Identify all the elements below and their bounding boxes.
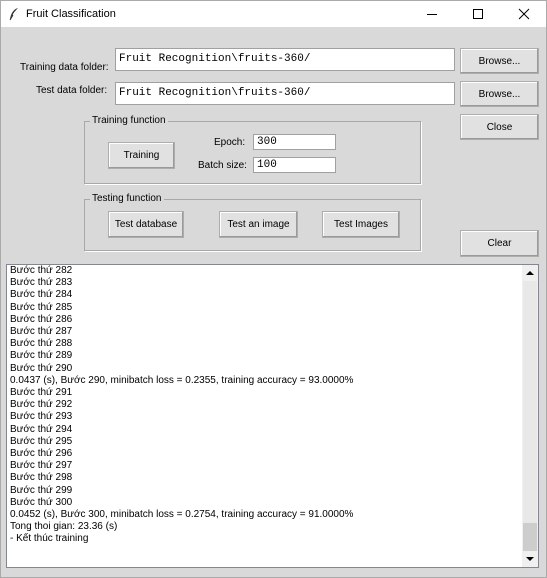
log-line: Bước thứ 291 bbox=[10, 387, 73, 399]
training-folder-input[interactable]: Fruit Recognition\fruits-360/ bbox=[115, 48, 455, 71]
log-line: Bước thứ 297 bbox=[10, 460, 73, 472]
training-folder-label: Training data folder: bbox=[20, 62, 109, 73]
client-area: Training data folder: Fruit Recognition\… bbox=[1, 27, 546, 577]
batch-size-input[interactable]: 100 bbox=[253, 157, 336, 173]
window-title: Fruit Classification bbox=[26, 8, 116, 20]
log-line: Bước thứ 298 bbox=[10, 472, 73, 484]
log-line: - Kết thúc training bbox=[10, 533, 89, 545]
log-line: Bước thứ 282 bbox=[10, 265, 73, 276]
log-line: Bước thứ 295 bbox=[10, 435, 73, 447]
log-line: Bước thứ 285 bbox=[10, 301, 73, 313]
training-button[interactable]: Training bbox=[108, 142, 175, 169]
testing-function-group: Testing function Test database Test an i… bbox=[84, 193, 421, 251]
log-line: Bước thứ 294 bbox=[10, 423, 73, 435]
test-an-image-button[interactable]: Test an image bbox=[219, 211, 298, 238]
training-group-legend: Training function bbox=[90, 115, 168, 126]
browse-training-button[interactable]: Browse... bbox=[460, 48, 539, 74]
log-line: Bước thứ 300 bbox=[10, 496, 73, 508]
log-line: Bước thứ 289 bbox=[10, 350, 73, 362]
scroll-up-icon[interactable] bbox=[522, 265, 538, 281]
log-line: Bước thứ 288 bbox=[10, 338, 73, 350]
log-line: Bước thứ 296 bbox=[10, 448, 73, 460]
feather-icon bbox=[8, 7, 20, 21]
clear-button[interactable]: Clear bbox=[460, 230, 539, 257]
log-line: Bước thứ 292 bbox=[10, 399, 73, 411]
scrollbar-thumb[interactable] bbox=[523, 523, 537, 551]
log-line: Bước thứ 286 bbox=[10, 313, 73, 325]
epoch-input[interactable]: 300 bbox=[253, 134, 336, 150]
close-window-button[interactable] bbox=[501, 1, 547, 27]
log-lines: Bước thứ 282 Bước thứ 283 Bước thứ 284 Bước… bbox=[10, 265, 520, 558]
test-folder-input[interactable]: Fruit Recognition\fruits-360/ bbox=[115, 82, 455, 105]
log-line: Bước thứ 299 bbox=[10, 484, 73, 496]
vertical-scrollbar[interactable] bbox=[522, 265, 538, 567]
log-line: 0.0452 (s), Bước 300, minibatch loss = 0… bbox=[10, 509, 354, 521]
log-line: Bước thứ 290 bbox=[10, 362, 73, 374]
title-bar[interactable]: Fruit Classification bbox=[1, 1, 546, 27]
log-line: Tong thoi gian: 23.36 (s) bbox=[10, 521, 118, 533]
log-line: Bước thứ 287 bbox=[10, 326, 73, 338]
app-window: Fruit Classification Training data folde… bbox=[0, 0, 547, 578]
log-line: Bước thứ 284 bbox=[10, 289, 73, 301]
batch-size-label: Batch size: bbox=[198, 160, 247, 171]
test-database-button[interactable]: Test database bbox=[108, 211, 184, 238]
scrollbar-track[interactable] bbox=[523, 281, 537, 523]
testing-group-legend: Testing function bbox=[90, 193, 164, 204]
minimize-icon bbox=[427, 14, 437, 15]
close-icon bbox=[518, 8, 530, 20]
scroll-down-icon[interactable] bbox=[522, 551, 538, 567]
close-button[interactable]: Close bbox=[460, 114, 539, 140]
training-function-group: Training function Training Epoch: 300 Ba… bbox=[84, 115, 421, 184]
log-line: 0.0437 (s), Bước 290, minibatch loss = 0… bbox=[10, 374, 354, 386]
log-output[interactable]: Bước thứ 282 Bước thứ 283 Bước thứ 284 Bước… bbox=[6, 264, 539, 568]
epoch-label: Epoch: bbox=[214, 137, 246, 148]
test-images-button[interactable]: Test Images bbox=[322, 211, 400, 238]
browse-test-button[interactable]: Browse... bbox=[460, 81, 539, 107]
log-line: Bước thứ 283 bbox=[10, 277, 73, 289]
maximize-button[interactable] bbox=[455, 1, 501, 27]
minimize-button[interactable] bbox=[409, 1, 455, 27]
log-line: Bước thứ 293 bbox=[10, 411, 73, 423]
test-folder-label: Test data folder: bbox=[36, 85, 108, 96]
maximize-icon bbox=[473, 9, 483, 19]
